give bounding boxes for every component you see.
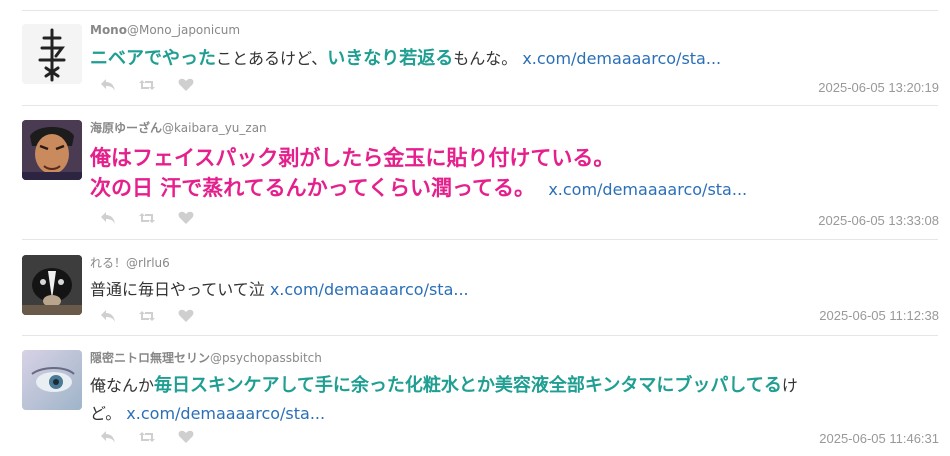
tweet-link[interactable]: x.com/demaaaarco/sta...	[270, 280, 469, 299]
tweet-actions	[100, 78, 194, 92]
like-icon[interactable]	[178, 211, 194, 225]
tweet-actions	[100, 211, 194, 225]
avatar[interactable]	[22, 255, 82, 315]
tweet-link[interactable]: x.com/demaaaarco/sta...	[126, 404, 325, 423]
tweet-feed: Mono@Mono_japonicum ニベアでやったことあるけど、いきなり若返…	[0, 0, 950, 456]
tweet-text-part: 俺なんか	[90, 376, 155, 395]
timestamp[interactable]: 2025-06-05 13:33:08	[818, 213, 939, 228]
tweet-actions	[100, 430, 194, 444]
author-line: 海原ゆーざん@kaibara_yu_zan	[90, 119, 267, 136]
timestamp[interactable]: 2025-06-05 13:20:19	[818, 80, 939, 95]
user-handle[interactable]: @psychopassbitch	[210, 351, 322, 365]
reply-icon[interactable]	[100, 211, 116, 225]
tweet-text-part: ど。	[90, 404, 122, 423]
display-name[interactable]: 隠密ニトロ無理セリン	[90, 351, 210, 365]
avatar[interactable]	[22, 350, 82, 410]
author-line: Mono@Mono_japonicum	[90, 23, 240, 37]
highlight-text: 俺はフェイスパック剥がしたら金玉に貼り付けている。	[90, 146, 615, 170]
reply-icon[interactable]	[100, 430, 116, 444]
user-handle[interactable]: @Mono_japonicum	[127, 23, 240, 37]
tweet-text: 俺はフェイスパック剥がしたら金玉に貼り付けている。 次の日 汗で蒸れてるんかって…	[90, 143, 936, 205]
tweet-text: ニベアでやったことあるけど、いきなり若返るもんな。 x.com/demaaaar…	[90, 46, 936, 72]
tweet-text-part: ことあるけど、	[216, 49, 328, 68]
avatar[interactable]	[22, 24, 82, 84]
highlight-text: ニベアでやった	[90, 48, 216, 69]
divider	[22, 239, 938, 240]
like-icon[interactable]	[178, 309, 194, 323]
retweet-icon[interactable]	[138, 309, 156, 323]
tweet-text: 俺なんか毎日スキンケアして手に余った化粧水とか美容液全部キンタマにブッパしてるけ…	[90, 372, 936, 428]
display-name[interactable]: Mono	[90, 23, 127, 37]
author-line: れる！@rlrlu6	[90, 254, 170, 271]
tweet-text-part: け	[781, 376, 798, 395]
divider	[22, 105, 938, 106]
highlight-text: 毎日スキンケアして手に余った化粧水とか美容液全部キンタマにブッパしてる	[154, 375, 782, 396]
user-handle[interactable]: @kaibara_yu_zan	[162, 121, 267, 135]
display-name[interactable]: れる！	[90, 256, 126, 270]
author-line: 隠密ニトロ無理セリン@psychopassbitch	[90, 349, 322, 366]
tweet-text-part: もんな。	[453, 49, 518, 68]
tweet-link[interactable]: x.com/demaaaarco/sta...	[522, 49, 721, 68]
retweet-icon[interactable]	[138, 430, 156, 444]
like-icon[interactable]	[178, 78, 194, 92]
tweet-link[interactable]: x.com/demaaaarco/sta...	[548, 180, 747, 199]
display-name[interactable]: 海原ゆーざん	[90, 121, 162, 135]
retweet-icon[interactable]	[138, 78, 156, 92]
highlight-text: いきなり若返る	[327, 48, 454, 69]
reply-icon[interactable]	[100, 78, 116, 92]
timestamp[interactable]: 2025-06-05 11:46:31	[819, 431, 939, 446]
highlight-text: 次の日 汗で蒸れてるんかってくらい潤ってる。	[90, 176, 535, 200]
reply-icon[interactable]	[100, 309, 116, 323]
timestamp[interactable]: 2025-06-05 11:12:38	[819, 308, 939, 323]
user-handle[interactable]: @rlrlu6	[126, 256, 170, 270]
retweet-icon[interactable]	[138, 211, 156, 225]
tweet-text: 普通に毎日やっていて泣 x.com/demaaaarco/sta...	[90, 277, 936, 303]
avatar[interactable]	[22, 120, 82, 180]
tweet-text-part: 普通に毎日やっていて泣	[90, 280, 265, 299]
divider	[22, 335, 938, 336]
tweet-actions	[100, 309, 194, 323]
like-icon[interactable]	[178, 430, 194, 444]
divider	[22, 10, 938, 11]
